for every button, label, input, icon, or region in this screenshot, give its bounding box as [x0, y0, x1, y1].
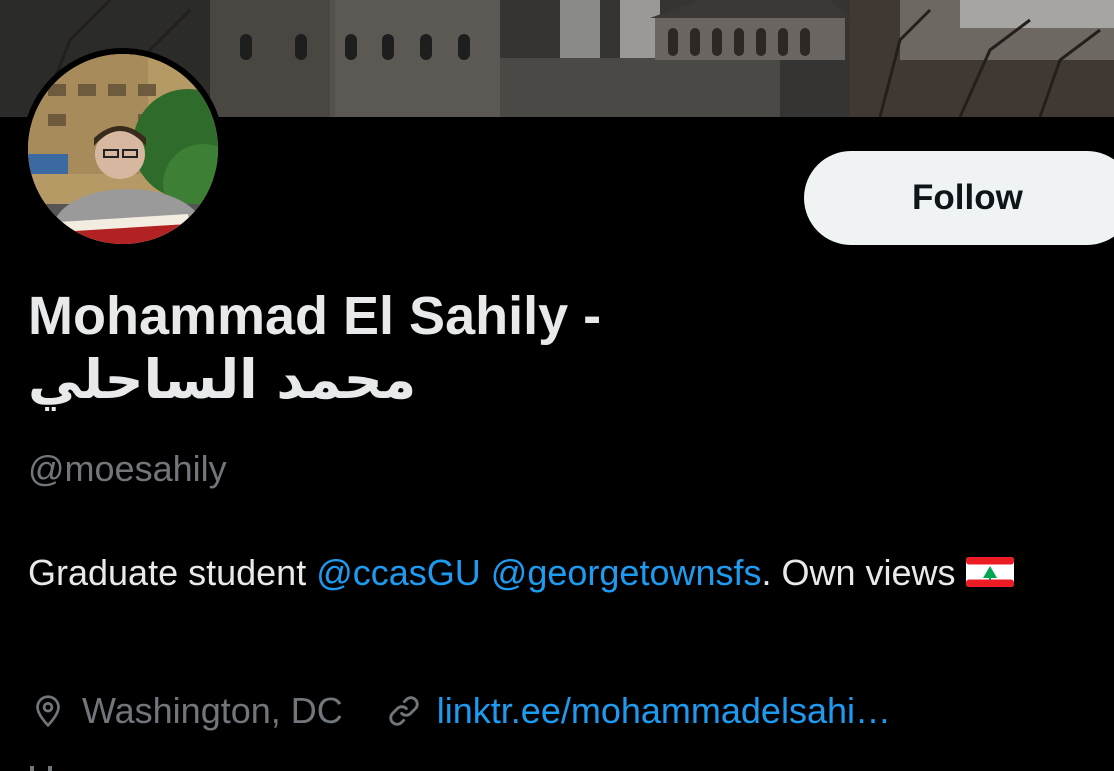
follow-button[interactable]: Follow — [804, 151, 1114, 245]
website-link[interactable]: linktr.ee/mohammadelsahi… — [437, 690, 891, 732]
bio-text-end: . Own views — [761, 552, 956, 593]
display-name-arabic: محمد الساحلي — [28, 348, 417, 411]
calendar-icon — [30, 766, 52, 771]
profile-avatar[interactable] — [22, 48, 224, 250]
profile-meta: Washington, DC linktr.ee/mohammadelsahi… — [30, 688, 891, 734]
link-icon — [389, 696, 419, 726]
bio-mention-georgetownsfs[interactable]: @georgetownsfs — [491, 552, 762, 593]
display-name: Mohammad El Sahily - محمد الساحلي — [28, 284, 1028, 412]
profile-bio: Graduate student @ccasGU @georgetownsfs.… — [28, 542, 1088, 604]
bio-space — [481, 552, 491, 593]
bio-text-start: Graduate student — [28, 552, 317, 593]
display-name-latin: Mohammad El Sahily - — [28, 286, 602, 346]
avatar-photo — [28, 54, 218, 244]
location-item: Washington, DC — [30, 690, 343, 732]
profile-handle: @moesahily — [28, 448, 227, 489]
lebanon-flag-icon — [965, 557, 1014, 587]
location-pin-icon — [36, 695, 60, 728]
location-text: Washington, DC — [82, 690, 343, 731]
website-item[interactable]: linktr.ee/mohammadelsahi… — [385, 690, 891, 732]
bio-mention-ccasgu[interactable]: @ccasGU — [316, 552, 481, 593]
